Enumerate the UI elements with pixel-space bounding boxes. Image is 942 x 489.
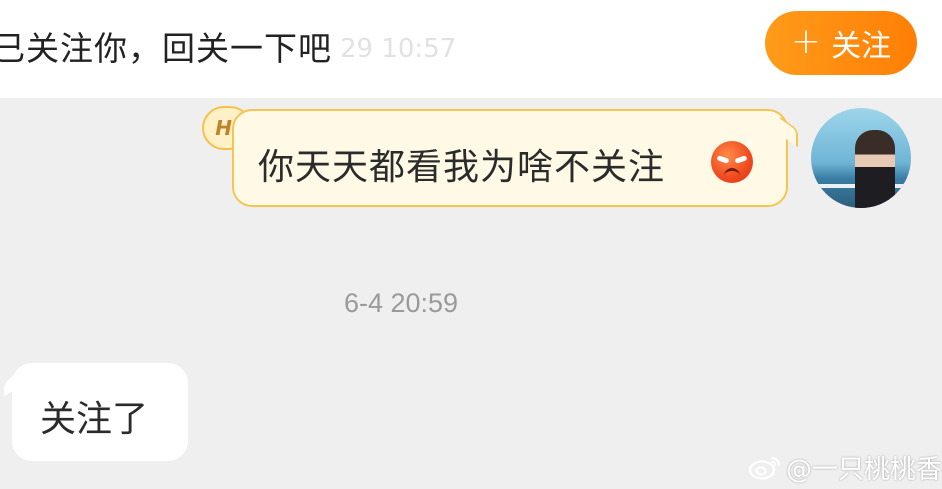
weibo-icon [748,456,781,480]
follow-button-label: 关注 [831,29,892,64]
watermark: @一只桃桃香 [748,452,942,485]
incoming-message-text: 关注了 [40,399,149,440]
incoming-message-bubble[interactable]: 关注了 [4,363,188,461]
angry-face-icon: ✳ [711,137,756,183]
banner-time: 29 10:57 [340,34,457,64]
outgoing-message-bubble[interactable]: 你天天都看我为啥不关注 ✳ [232,109,798,207]
bubble-tail [780,116,798,148]
banner-text: 已关注你，回关一下吧 [0,29,332,68]
outgoing-message-text: 你天天都看我为啥不关注 [258,147,666,188]
message-timestamp: 6-4 20:59 [343,288,459,318]
plus-icon: + [790,20,822,62]
watermark-text: @一只桃桃香 [786,454,942,485]
bubble-tail [4,371,20,397]
follow-button[interactable]: + 关注 [765,11,917,75]
avatar[interactable] [811,108,911,208]
follow-banner: 已关注你，回关一下吧 29 10:57 + 关注 [0,0,942,98]
chat-area[interactable]: Hi 你天天都看我为啥不关注 ✳ 6-4 20:59 关注了 [0,98,942,489]
